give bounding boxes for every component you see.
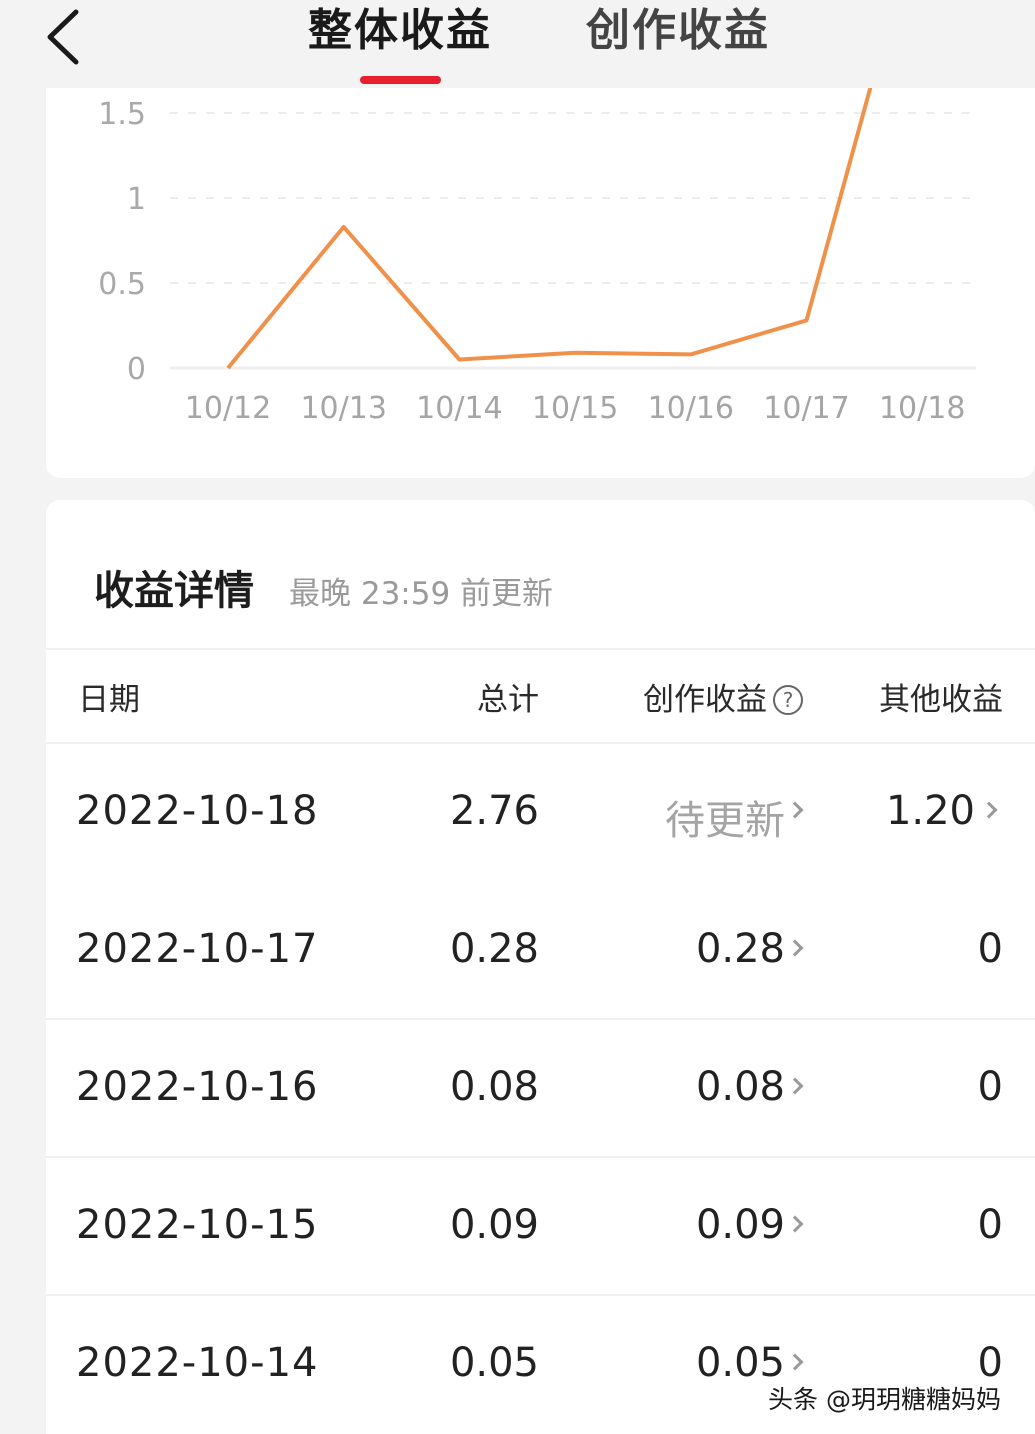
row-other: 0: [977, 1202, 1003, 1248]
row-total: 0.05: [449, 1340, 539, 1386]
table-row[interactable]: 2022-10-17 0.28 0.28 0: [46, 882, 1035, 1020]
row-total: 0.08: [449, 1064, 539, 1110]
x-tick-label: 10/16: [648, 391, 734, 426]
series-line: [226, 88, 873, 370]
x-tick-label: 10/14: [416, 391, 502, 426]
earnings-line-chart: 0 0.5 1 1.5 10/12 10/13 10/14 10/15 10/16 10/17 1…: [98, 88, 976, 426]
column-header-creation: 创作收益?: [643, 674, 803, 719]
update-note: 最晚 23:59 前更新: [289, 576, 554, 612]
column-header-total: 总计: [477, 682, 539, 718]
row-creation[interactable]: 0.09: [696, 1202, 785, 1248]
row-other[interactable]: 1.20: [886, 788, 975, 834]
table-row[interactable]: 2022-10-16 0.08 0.08 0: [46, 1020, 1035, 1158]
row-date: 2022-10-15: [76, 1202, 319, 1248]
row-other: 0: [977, 926, 1003, 972]
question-circle-icon[interactable]: ?: [773, 685, 803, 715]
row-total: 0.28: [449, 926, 539, 972]
chevron-right-icon[interactable]: [786, 1077, 804, 1095]
table-row[interactable]: 2022-10-15 0.09 0.09 0: [46, 1158, 1035, 1296]
row-other: 0: [977, 1064, 1003, 1110]
y-tick-label: 1: [127, 182, 146, 217]
x-tick-label: 10/15: [532, 391, 618, 426]
chevron-right-icon[interactable]: [786, 801, 804, 819]
chevron-right-icon[interactable]: [786, 1215, 804, 1233]
chevron-right-icon[interactable]: [786, 1353, 804, 1371]
row-date: 2022-10-17: [76, 926, 319, 972]
x-tick-label: 10/12: [185, 391, 271, 426]
x-tick-label: 10/18: [879, 391, 965, 426]
divider: [46, 648, 1035, 650]
y-tick-label: 1.5: [98, 97, 146, 132]
tab-creation-earnings[interactable]: 创作收益: [586, 0, 770, 58]
earnings-detail-card: 收益详情 最晚 23:59 前更新 日期 总计 创作收益? 其他收益 2022-…: [46, 500, 1035, 1434]
y-tick-label: 0.5: [98, 267, 146, 302]
row-date: 2022-10-16: [76, 1064, 319, 1110]
table-row[interactable]: 2022-10-18 2.76 待更新 1.20: [46, 744, 1035, 882]
row-creation[interactable]: 待更新: [665, 788, 785, 846]
column-header-date: 日期: [78, 682, 140, 718]
x-tick-label: 10/17: [763, 391, 849, 426]
earnings-chart-card: 0 0.5 1 1.5 10/12 10/13 10/14 10/15 10/16 10/17 1…: [46, 88, 1035, 478]
chevron-right-icon[interactable]: [786, 939, 804, 957]
active-tab-indicator: [360, 76, 441, 84]
section-title: 收益详情: [94, 568, 254, 614]
chevron-left-icon: [47, 9, 79, 65]
row-creation[interactable]: 0.28: [696, 926, 785, 972]
row-creation[interactable]: 0.08: [696, 1064, 785, 1110]
row-date: 2022-10-14: [76, 1340, 319, 1386]
chevron-right-icon[interactable]: [980, 801, 998, 819]
x-tick-label: 10/13: [300, 391, 386, 426]
tab-overall-earnings[interactable]: 整体收益: [308, 0, 492, 58]
column-header-creation-label: 创作收益: [643, 682, 767, 718]
watermark: 头条 @玥玥糖糖妈妈: [768, 1385, 1001, 1414]
y-tick-label: 0: [127, 352, 146, 387]
top-nav: 整体收益 创作收益: [0, 0, 1035, 88]
row-total: 0.09: [449, 1202, 539, 1248]
row-total: 2.76: [449, 788, 539, 834]
row-date: 2022-10-18: [76, 788, 319, 834]
column-header-other: 其他收益: [879, 682, 1003, 718]
back-button[interactable]: [38, 4, 90, 66]
